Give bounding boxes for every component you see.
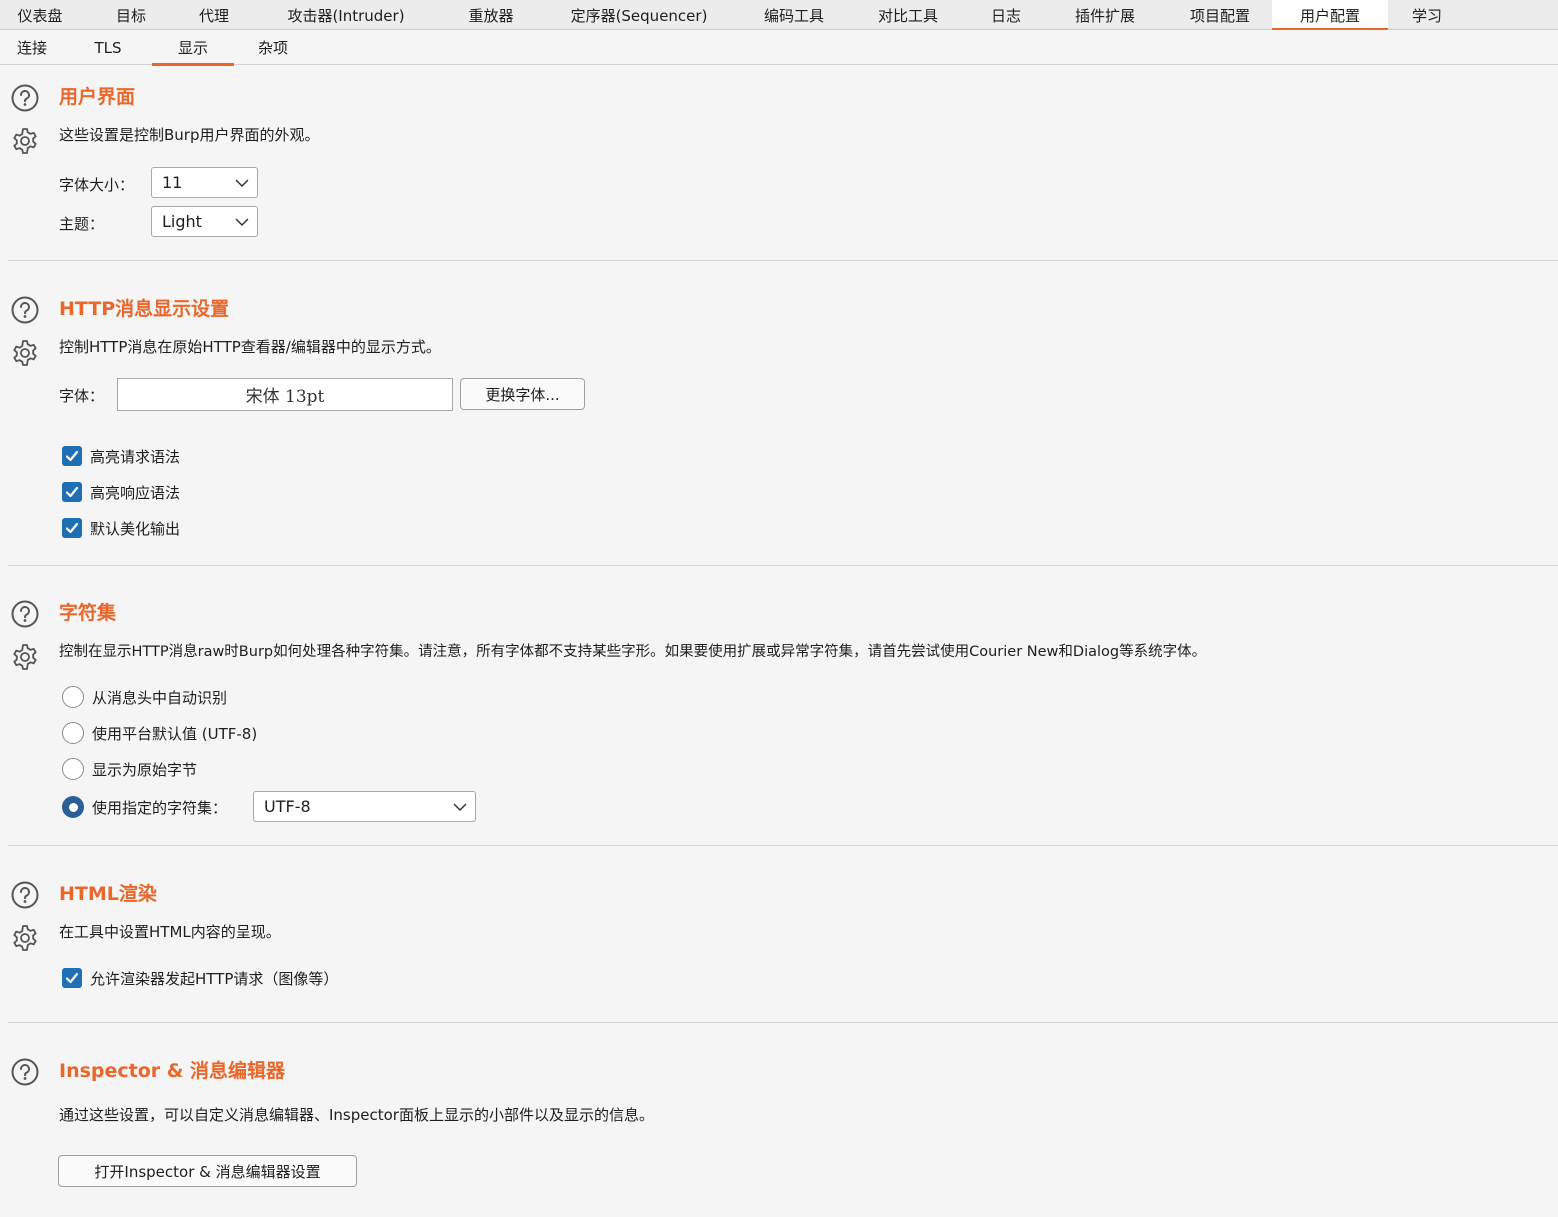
gear-icon[interactable] [10,338,40,368]
divider [8,565,1558,566]
checkbox-checked[interactable] [62,482,82,502]
radio-button[interactable] [62,758,84,780]
tab-user-settings[interactable]: 用户配置 [1272,0,1388,31]
check-icon [65,450,79,462]
radio-specific-charset[interactable]: 使用指定的字符集： [62,795,227,819]
divider [8,260,1558,261]
change-font-button[interactable]: 更换字体... [460,378,585,410]
checkbox-label: 默认美化输出 [90,519,181,538]
gear-icon[interactable] [10,642,40,672]
highlight-request-checkbox[interactable]: 高亮请求语法 [62,444,180,468]
highlight-response-checkbox[interactable]: 高亮响应语法 [62,480,180,504]
checkbox-checked[interactable] [62,968,82,988]
help-icon[interactable] [10,880,40,910]
help-icon[interactable] [10,295,40,325]
charset-select[interactable]: UTF-8 [253,791,476,822]
allow-renderer-requests-checkbox[interactable]: 允许渲染器发起HTTP请求（图像等） [62,966,338,990]
radio-auto-detect[interactable]: 从消息头中自动识别 [62,685,227,709]
font-size-select[interactable]: 11 [151,167,258,198]
font-size-label: 字体大小： [59,176,135,194]
tab-sequencer[interactable]: 定序器(Sequencer) [536,0,742,30]
checkbox-checked[interactable] [62,446,82,466]
tab-project-settings[interactable]: 项目配置 [1168,0,1272,30]
checkbox-label: 允许渲染器发起HTTP请求（图像等） [90,969,339,988]
help-icon[interactable] [10,599,40,629]
chevron-down-icon [235,179,249,188]
radio-label: 使用平台默认值 (UTF-8) [92,724,258,743]
section-title: 用户界面 [59,86,136,108]
radio-platform-default[interactable]: 使用平台默认值 (UTF-8) [62,721,257,745]
divider [8,1022,1558,1023]
theme-value: Light [162,212,202,231]
gear-icon[interactable] [10,923,40,953]
charset-value: UTF-8 [264,797,311,816]
radio-label: 使用指定的字符集： [92,798,228,817]
subtab-connections[interactable]: 连接 [0,30,64,65]
font-size-value: 11 [162,173,183,192]
checkbox-label: 高亮响应语法 [90,483,181,502]
radio-raw-bytes[interactable]: 显示为原始字节 [62,757,197,781]
radio-label: 从消息头中自动识别 [92,688,228,707]
subtab-display[interactable]: 显示 [152,30,234,66]
tab-logger[interactable]: 日志 [970,0,1042,30]
open-inspector-settings-button[interactable]: 打开Inspector & 消息编辑器设置 [58,1155,357,1187]
section-description: 这些设置是控制Burp用户界面的外观。 [59,126,320,144]
pretty-print-checkbox[interactable]: 默认美化输出 [62,516,180,540]
tab-target[interactable]: 目标 [80,0,182,30]
checkbox-label: 高亮请求语法 [90,447,181,466]
help-icon[interactable] [10,83,40,113]
font-display-field: 宋体 13pt [117,378,453,411]
tab-extensions[interactable]: 插件扩展 [1042,0,1168,30]
subtab-tls[interactable]: TLS [64,30,152,65]
sub-tab-bar: 连接 TLS 显示 杂项 [0,30,1558,66]
radio-label: 显示为原始字节 [92,760,198,779]
tab-comparer[interactable]: 对比工具 [846,0,970,30]
check-icon [65,972,79,984]
chevron-down-icon [235,218,249,227]
tab-decoder[interactable]: 编码工具 [742,0,846,30]
subtab-misc[interactable]: 杂项 [234,30,312,65]
help-icon[interactable] [10,1057,40,1087]
chevron-down-icon [453,803,467,812]
check-icon [65,486,79,498]
gear-icon[interactable] [10,126,40,156]
tab-repeater[interactable]: 重放器 [446,0,536,30]
tab-proxy[interactable]: 代理 [182,0,246,30]
section-title: Inspector & 消息编辑器 [59,1060,285,1082]
theme-label: 主题： [59,215,105,233]
check-icon [65,522,79,534]
radio-button[interactable] [62,686,84,708]
tab-dashboard[interactable]: 仪表盘 [0,0,80,30]
font-label: 字体： [59,387,105,405]
tab-intruder[interactable]: 攻击器(Intruder) [246,0,446,30]
section-title: HTTP消息显示设置 [59,298,230,320]
radio-button[interactable] [62,722,84,744]
section-description: 通过这些设置，可以自定义消息编辑器、Inspector面板上显示的小部件以及显示… [59,1106,654,1124]
section-description: 在工具中设置HTML内容的呈现。 [59,923,281,941]
radio-button-selected[interactable] [62,796,84,818]
divider [8,845,1558,846]
checkbox-checked[interactable] [62,518,82,538]
section-title: 字符集 [59,602,117,624]
section-description: 控制HTTP消息在原始HTTP查看器/编辑器中的显示方式。 [59,338,441,356]
top-tab-bar: 仪表盘 目标 代理 攻击器(Intruder) 重放器 定序器(Sequence… [0,0,1558,31]
theme-select[interactable]: Light [151,206,258,237]
section-title: HTML渲染 [59,883,157,905]
tab-learn[interactable]: 学习 [1388,0,1466,30]
section-description: 控制在显示HTTP消息raw时Burp如何处理各种字符集。请注意，所有字体都不支… [59,644,1207,660]
